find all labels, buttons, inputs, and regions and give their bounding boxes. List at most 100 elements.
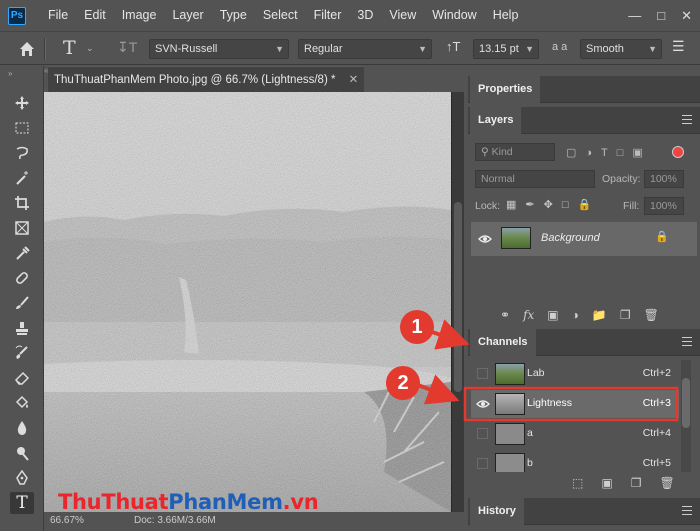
chevron-down-icon: ▼ [648,44,657,54]
eyedropper-tool-icon[interactable] [10,242,34,264]
channel-row-a[interactable]: a Ctrl+4 [471,420,679,448]
visibility-toggle[interactable] [477,368,488,379]
document-tab[interactable]: ThuThuatPhanMem Photo.jpg @ 66.7% (Light… [48,66,365,92]
fill-field[interactable]: 100% [644,197,684,215]
channels-scrollbar[interactable] [681,360,691,472]
antialias-icon: a a [552,41,568,53]
align-left-icon[interactable]: ☰ [672,38,685,55]
panel-menu-icon[interactable] [682,115,692,124]
layer-filter-icons[interactable]: ▢◑T□▣ [566,146,652,159]
close-tab-icon[interactable]: ✕ [349,74,359,86]
channel-row-lab[interactable]: Lab Ctrl+2 [471,360,679,388]
antialias-select[interactable]: Smooth ▼ [580,39,662,59]
font-size-select[interactable]: 13.15 pt ▼ [473,39,539,59]
panel-menu-icon[interactable] [682,337,692,346]
type-tool-preset-icon[interactable]: T [63,37,76,59]
close-icon[interactable]: ✕ [681,8,692,24]
layer-row-background[interactable]: Background 🔒 [471,222,697,256]
maximize-icon[interactable]: □ [657,8,665,23]
delete-layer-icon[interactable]: 🗑 [644,308,659,322]
menu-view[interactable]: View [381,0,424,31]
lock-icon: 🔒 [655,231,669,243]
layer-filter-select[interactable]: ⚲ Kind [475,143,555,161]
opacity-value: 100% [650,173,677,185]
crop-tool-icon[interactable] [10,192,34,214]
channel-thumbnail [495,453,525,472]
document-canvas-image[interactable] [44,92,451,512]
chevron-down-icon: ▼ [525,44,534,54]
menu-layer[interactable]: Layer [164,0,211,31]
menu-file[interactable]: File [40,0,76,31]
minimize-icon[interactable]: — [628,8,641,23]
toggle-text-orientation-icon[interactable]: ↧T [117,39,137,56]
scrollbar-thumb[interactable] [682,378,690,428]
visibility-toggle[interactable] [477,428,488,439]
new-group-icon[interactable]: 📁 [592,308,607,322]
menu-help[interactable]: Help [485,0,527,31]
eye-icon[interactable] [476,399,490,409]
menu-3d[interactable]: 3D [349,0,381,31]
filter-toggle-icon[interactable] [672,146,684,158]
blend-mode-select[interactable]: Normal [475,170,595,188]
blur-tool-icon[interactable] [10,417,34,439]
healing-brush-tool-icon[interactable] [10,267,34,289]
menu-window[interactable]: Window [424,0,484,31]
channel-shortcut: Ctrl+3 [642,397,671,409]
dodge-tool-icon[interactable] [10,442,34,464]
eye-icon[interactable] [478,234,492,244]
magic-wand-tool-icon[interactable] [10,167,34,189]
channel-row-lightness[interactable]: Lightness Ctrl+3 [471,390,679,418]
stamp-tool-icon[interactable] [10,317,34,339]
menu-edit[interactable]: Edit [76,0,114,31]
channel-shortcut: Ctrl+5 [642,457,671,469]
tools-panel: » T [0,66,44,531]
visibility-toggle[interactable] [477,458,488,469]
panel-menu-icon[interactable] [682,506,692,515]
lasso-tool-icon[interactable] [10,142,34,164]
menu-image[interactable]: Image [114,0,165,31]
history-panel-header: History [468,498,700,525]
collapse-arrows-icon[interactable]: » [8,69,12,78]
home-icon[interactable] [18,40,36,58]
tab-history[interactable]: History [470,498,524,525]
tab-layers[interactable]: Layers [470,107,522,134]
menu-select[interactable]: Select [255,0,306,31]
history-brush-tool-icon[interactable] [10,342,34,364]
opacity-field[interactable]: 100% [644,170,684,188]
fx-icon[interactable]: fx [523,308,534,322]
load-selection-icon[interactable]: ⬚ [572,476,583,490]
channel-row-b[interactable]: b Ctrl+5 [471,450,679,472]
frame-tool-icon[interactable] [10,217,34,239]
adjustment-layer-icon[interactable]: ◑ [572,308,579,322]
tab-properties[interactable]: Properties [470,76,541,103]
opacity-label: Opacity: [602,173,641,185]
new-layer-icon[interactable]: ❐ [620,308,631,322]
scrollbar-thumb[interactable] [454,202,462,392]
link-layers-icon[interactable]: ⚭ [500,308,510,322]
lock-icons[interactable]: ▦✒✥□🔒 [506,198,600,211]
tab-channels[interactable]: Channels [470,329,536,356]
channel-name: a [527,427,533,439]
move-tool-icon[interactable] [10,92,34,114]
marquee-tool-icon[interactable] [10,117,34,139]
zoom-level[interactable]: 66.67% [50,515,84,526]
font-family-select[interactable]: SVN-Russell ▼ [149,39,289,59]
new-channel-icon[interactable]: ❐ [631,476,642,490]
type-tool-icon[interactable]: T [10,492,34,514]
menu-type[interactable]: Type [212,0,255,31]
save-selection-icon[interactable]: ▣ [601,476,612,490]
delete-channel-icon[interactable]: 🗑 [659,476,674,490]
chevron-down-icon[interactable]: ⌄ [86,43,94,54]
paint-bucket-tool-icon[interactable] [10,392,34,414]
pen-tool-icon[interactable] [10,467,34,489]
layer-mask-icon[interactable]: ▣ [547,308,558,322]
font-style-select[interactable]: Regular ▼ [298,39,432,59]
layer-name: Background [541,232,600,244]
channel-name: Lab [527,367,545,379]
menu-bar: Ps File Edit Image Layer Type Select Fil… [0,0,700,31]
canvas-area[interactable] [44,92,464,512]
eraser-tool-icon[interactable] [10,367,34,389]
brush-tool-icon[interactable] [10,292,34,314]
menu-filter[interactable]: Filter [306,0,350,31]
watermark-part1: ThuThuat [58,490,169,514]
